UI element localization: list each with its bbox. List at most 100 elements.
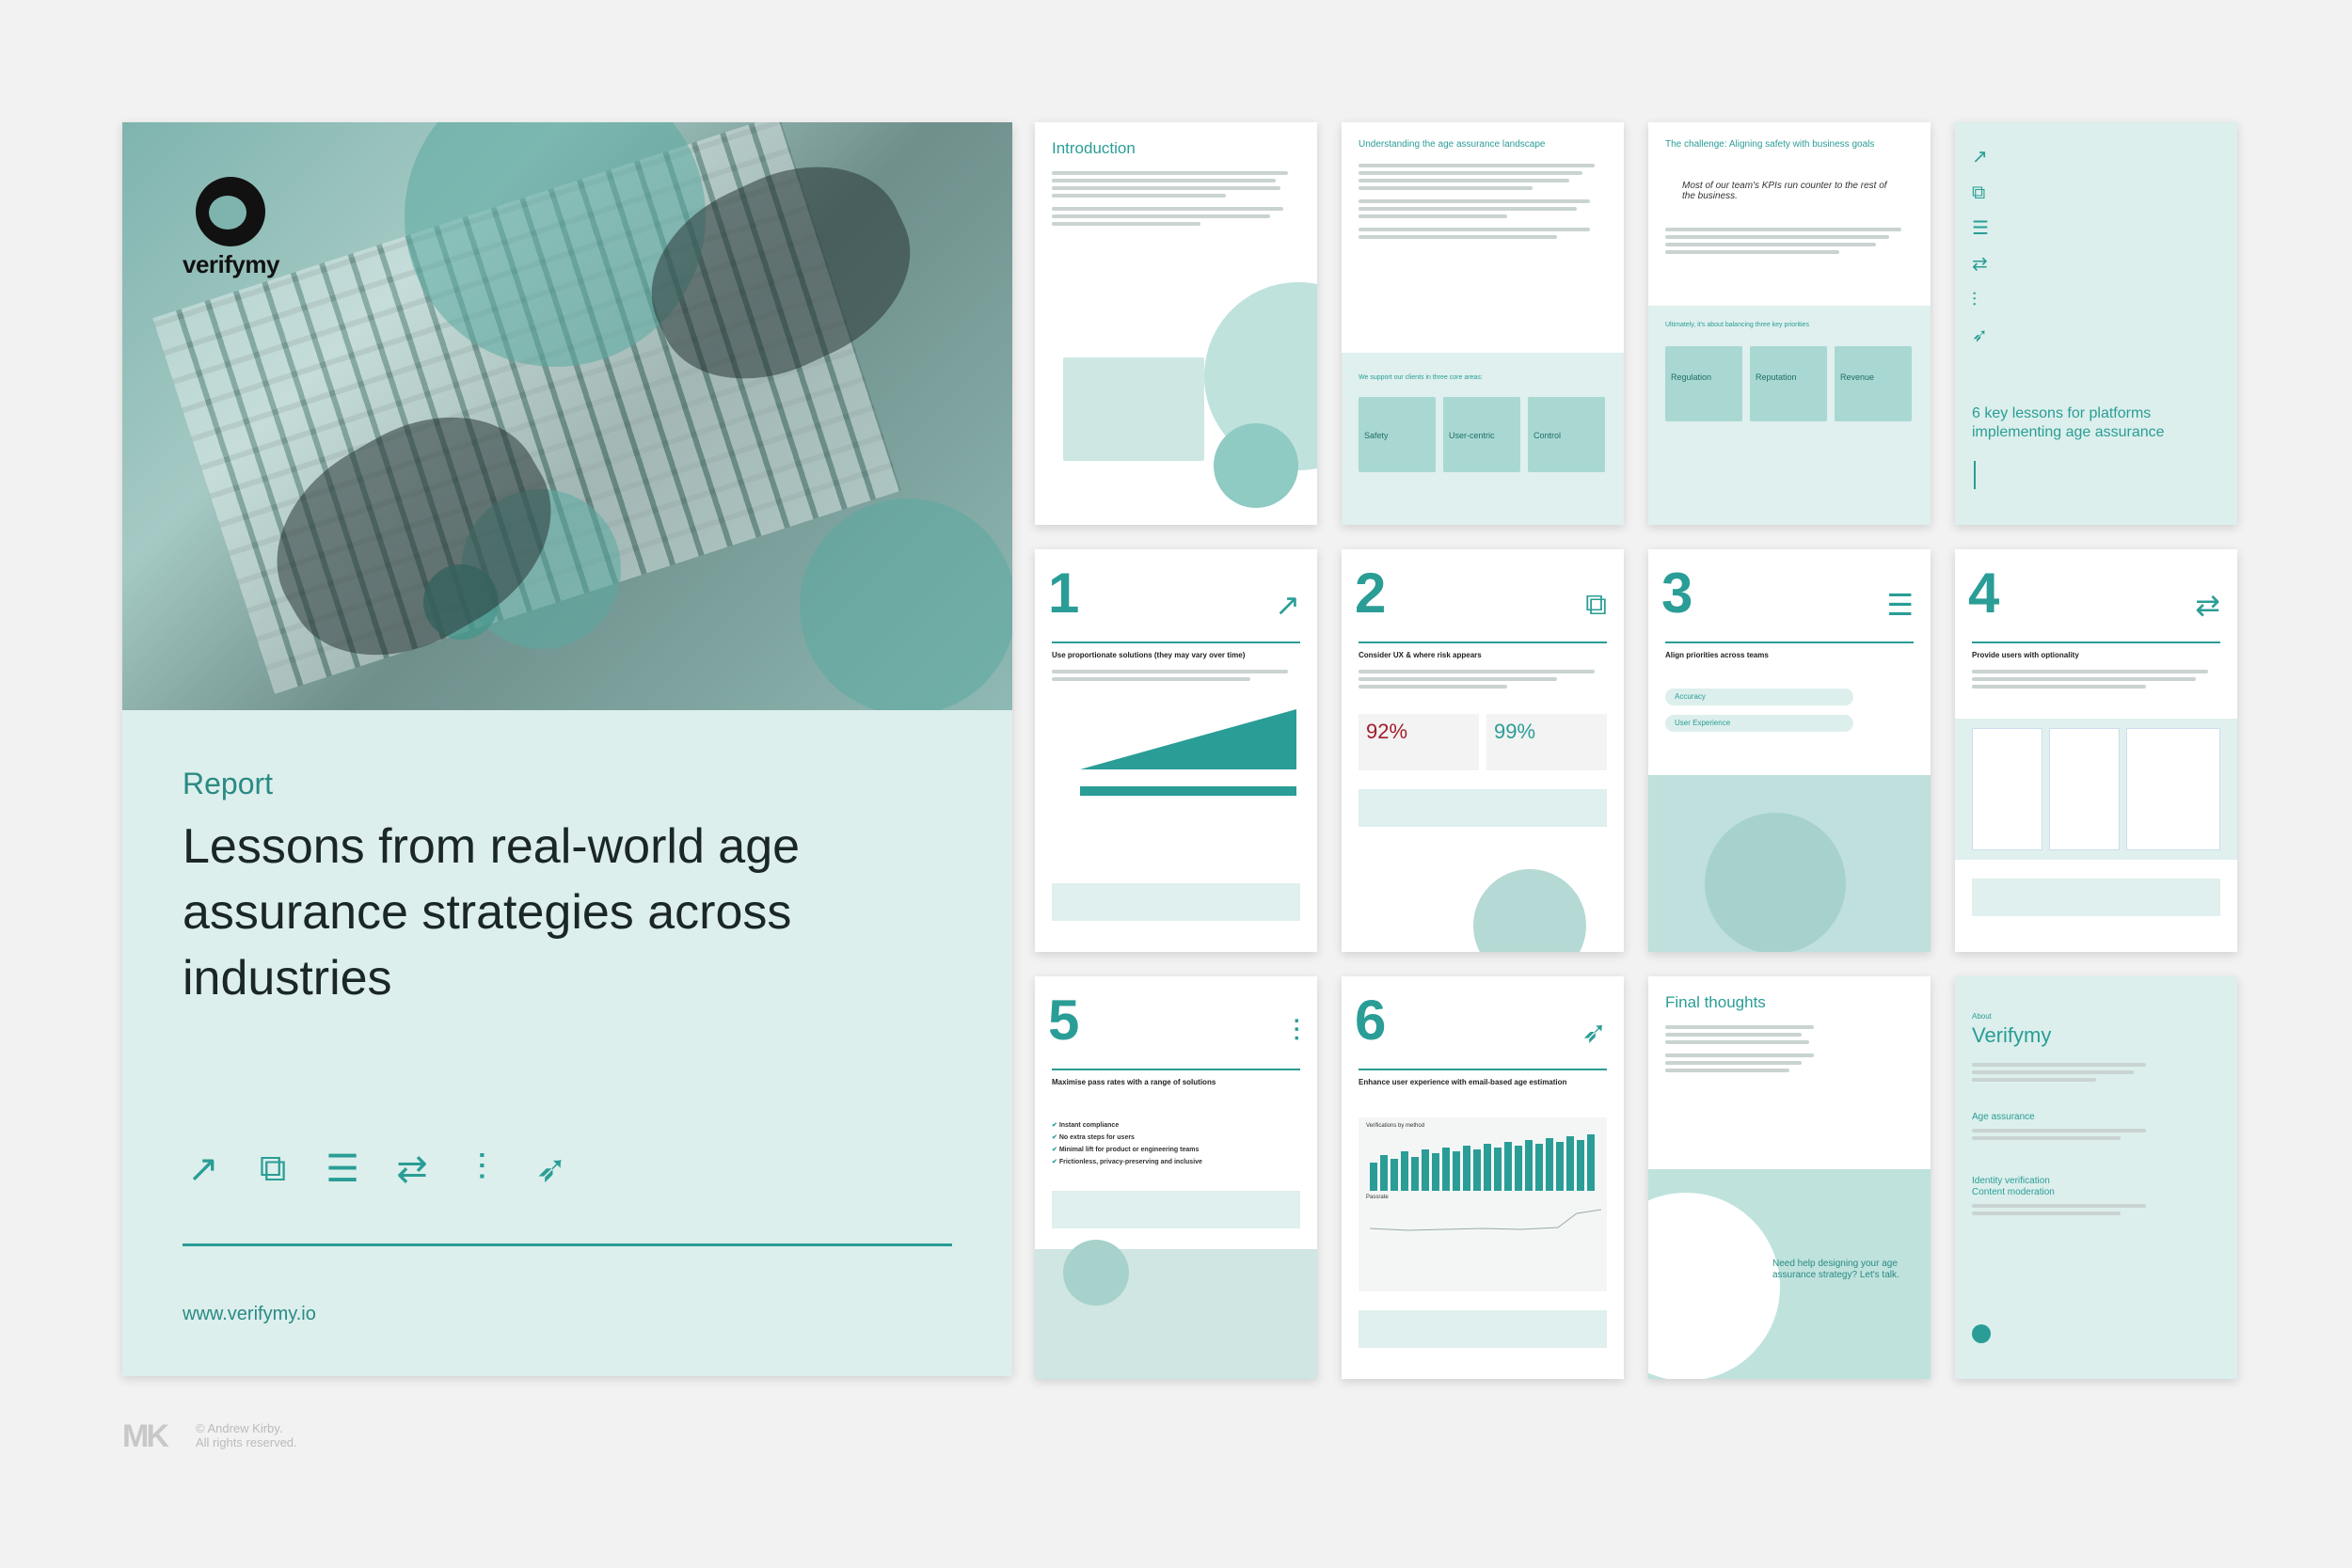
sliders-icon: ⫶ [477,1148,486,1189]
body-text [1972,670,2220,692]
pull-quote: Most of our team's KPIs run counter to t… [1682,181,1887,201]
logo-wordmark: verifymy [183,250,279,278]
stat-card: 99% [1486,714,1607,770]
verifications-bars-graphic [1370,1134,1595,1191]
body-text [1052,171,1300,230]
passrate-line-graphic [1370,1209,1601,1231]
divider [1052,641,1300,643]
portfolio-canvas: verifymy Report Lessons from real-world … [0,0,2352,1568]
stat-value: 92% [1366,720,1408,743]
check-item: ✔ Frictionless, privacy-preserving and i… [1052,1159,1202,1165]
trend-up-icon: ↗ [187,1148,219,1190]
lesson-subheading: Use proportionate solutions (they may va… [1052,651,1246,659]
priority-slider: Accuracy [1665,689,1853,705]
stat-card: 92% [1359,714,1479,770]
divider [1052,1069,1300,1070]
lesson-box [1972,879,2220,916]
page-heading: Understanding the age assurance landscap… [1359,139,1546,150]
decor-block [1063,357,1204,461]
service-heading: Content moderation [1972,1187,2055,1197]
lesson-number: 1 [1048,562,1080,625]
page-introduction: Introduction [1035,122,1317,525]
about-label: About [1972,1012,1992,1021]
cover-url: www.verifymy.io [183,1304,316,1324]
phone-mockup [2126,728,2220,850]
page-lesson-1: 1 ↗ Use proportionate solutions (they ma… [1035,549,1317,952]
page-lesson-5: 5 ⫶ Maximise pass rates with a range of … [1035,976,1317,1379]
card-regulation: Regulation [1665,346,1742,421]
decor-circle [1063,1240,1129,1306]
page-final-thoughts: Final thoughts Need help designing your … [1648,976,1931,1379]
logo-mark-icon [196,177,265,246]
phone-mockup [1972,728,2042,850]
page-landscape: Understanding the age assurance landscap… [1342,122,1624,525]
body-text [1972,1129,2220,1144]
card-safety: Safety [1359,397,1436,472]
lesson-box [1052,883,1300,921]
lesson-box [1052,1191,1300,1228]
lesson-subheading: Maximise pass rates with a range of solu… [1052,1078,1216,1086]
body-text [1359,164,1607,243]
lesson-subheading: Consider UX & where risk appears [1359,651,1482,659]
card-reputation: Reputation [1750,346,1827,421]
lesson-subheading: Provide users with optionality [1972,651,2079,659]
divider [1665,641,1914,643]
page-about: About Verifymy Age assurance Identity ve… [1955,976,2237,1379]
page-lesson-4: 4 ⇄ Provide users with optionality [1955,549,2237,952]
risk-wedge-graphic [1080,709,1296,769]
author-mark-logo: MK [122,1418,169,1454]
page-lessons-index: ↗ ⧉ ☰ ⇄ ⫶ ➶ 6 key lessons for platforms … [1955,122,2237,525]
trend-up-icon: ↗ [1275,588,1300,622]
flow-icon: ⧉ [1585,587,1607,621]
lesson-number: 6 [1355,989,1387,1052]
decor-circle [1705,813,1846,952]
lesson-box [1359,1310,1607,1348]
divider [1972,641,2220,643]
page-lesson-2: 2 ⧉ Consider UX & where risk appears 92%… [1342,549,1624,952]
rocket-icon: ➶ [1581,1015,1607,1049]
lessons-heading: 6 key lessons for platforms implementing… [1972,405,2165,440]
risk-bar [1080,786,1296,796]
check-item: ✔ Minimal lift for product or engineerin… [1052,1147,1200,1153]
flow-icon: ⧉ [1972,182,1986,203]
body-text [1665,1025,1914,1076]
phone-mockup [2049,728,2120,850]
priority-slider: User Experience [1665,715,1853,732]
card-user-centric: User-centric [1443,397,1520,472]
support-label: We support our clients in three core are… [1359,374,1483,381]
page-heading: Final thoughts [1665,993,1766,1011]
body-text [1972,1063,2220,1085]
lesson-subheading: Align priorities across teams [1665,651,1769,659]
card-control: Control [1528,397,1605,472]
chart-label: Verifications by method [1366,1123,1425,1129]
page-lesson-3: 3 ☰ Align priorities across teams Accura… [1648,549,1931,952]
logo-mark-icon [1972,1324,1991,1343]
check-item: ✔ Instant compliance [1052,1122,1120,1129]
cta-text: Need help designing your age assurance s… [1772,1259,1899,1280]
body-text [1052,670,1300,685]
trend-up-icon: ↗ [1972,147,1988,167]
cover-label: Report [183,767,274,800]
cover-title: Lessons from real-world age assurance st… [183,819,801,1006]
lesson-box [1359,789,1607,827]
checklist: ✔ Instant compliance ✔ No extra steps fo… [1052,1119,1202,1168]
shuffle-icon: ⇄ [396,1148,428,1190]
rocket-icon: ➶ [1972,325,1988,346]
verifymy-logo: verifymy [183,177,279,279]
page-lesson-6: 6 ➶ Enhance user experience with email-b… [1342,976,1624,1379]
decor-circle [800,499,1012,710]
page-heading: The challenge: Aligning safety with busi… [1665,139,1875,150]
card-revenue: Revenue [1835,346,1912,421]
card-title: User-centric [1449,431,1495,440]
page-challenge: The challenge: Aligning safety with busi… [1648,122,1931,525]
service-heading: Identity verification [1972,1176,2050,1186]
shuffle-icon: ⇄ [2195,588,2220,622]
lesson-subheading: Enhance user experience with email-based… [1359,1078,1567,1086]
arrow-down-icon [1974,461,1976,489]
service-heading: Age assurance [1972,1112,2035,1122]
body-text [1665,228,1914,258]
check-item: ✔ No extra steps for users [1052,1134,1135,1141]
flow-icon: ⧉ [259,1148,287,1189]
list-icon: ☰ [326,1148,359,1190]
card-title: Reputation [1756,372,1797,382]
